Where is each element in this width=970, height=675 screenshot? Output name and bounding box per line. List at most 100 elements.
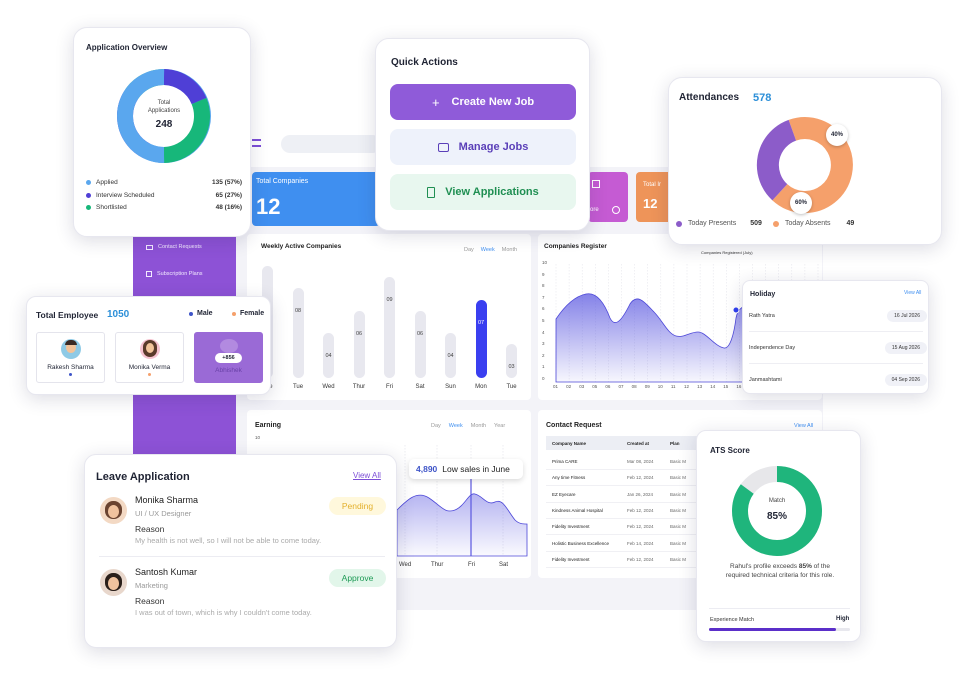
- plan-cell: Basic M: [670, 475, 687, 481]
- experience-level: High: [836, 616, 850, 622]
- y-tick-label: 5: [542, 318, 545, 323]
- holiday-card: Holiday View All Rath Yatra 16 Jul 2026 In…: [742, 280, 929, 394]
- employee-count: 1050: [107, 309, 130, 320]
- plan-cell: Basic M: [670, 459, 687, 464]
- view-applications-button[interactable]: View Applications: [390, 174, 576, 210]
- leave-role: Marketing: [135, 581, 168, 590]
- y-tick-label: 1: [542, 364, 545, 370]
- donut-center-value: 248: [155, 119, 173, 130]
- desc-bold: 85%: [798, 563, 812, 570]
- tile-total-companies[interactable]: Total Companies 12: [252, 172, 380, 226]
- holiday-name: Rath Yatra: [749, 313, 775, 319]
- day-label: Fri: [468, 562, 475, 568]
- earning-area: [396, 493, 528, 557]
- status-badge[interactable]: Pending: [329, 497, 386, 515]
- sidebar-item-label: Contact Requests: [158, 244, 202, 250]
- absent-pct-badge: 40%: [826, 124, 848, 146]
- column-header: Plan: [670, 440, 680, 446]
- tab-week[interactable]: Week: [481, 247, 495, 253]
- sidebar-item-contact-requests[interactable]: Contact Requests: [146, 244, 202, 250]
- view-all-link[interactable]: View All: [904, 290, 921, 296]
- created-at-cell: Feb 12, 2024: [627, 556, 654, 562]
- legend-dot: [86, 180, 91, 185]
- created-at-cell: Feb 12, 2024: [627, 507, 654, 513]
- tile-more-label: ore: [590, 207, 599, 213]
- employee-card[interactable]: Monika Verma: [115, 332, 184, 383]
- button-label: View Applications: [445, 186, 539, 198]
- reason-label: Reason: [135, 524, 165, 534]
- legend-label: Today Presents: [688, 220, 737, 227]
- x-tick-label: 03: [579, 384, 585, 389]
- company-name-cell: Fidelity Investment: [552, 524, 590, 530]
- tile-total-interviews[interactable]: Total Ir 12: [636, 172, 672, 222]
- employee-card[interactable]: Rakesh Sharma: [36, 332, 105, 383]
- divider: [709, 608, 850, 609]
- menu-icon[interactable]: [252, 139, 261, 147]
- tooltip-text: Low sales in June: [442, 464, 510, 474]
- x-tick-label: 02: [566, 384, 572, 389]
- tab-day[interactable]: Day: [464, 247, 474, 253]
- plan-cell: Basic M: [670, 491, 687, 497]
- card-title: Attendances: [679, 92, 740, 103]
- company-name-cell: Prima CARE: [552, 459, 578, 464]
- legend-label: Today Absents: [785, 220, 831, 227]
- ats-percent: 85%: [766, 511, 787, 522]
- legend-absent: Today Absents 49: [773, 220, 854, 227]
- employee-card-more[interactable]: +856 Abhishek: [194, 332, 263, 383]
- legend-item: Shortlisted 48 (16%): [86, 204, 242, 211]
- day-label: Sun: [445, 384, 456, 390]
- view-all-link[interactable]: View All: [353, 471, 381, 480]
- x-tick-label: 08: [631, 384, 637, 389]
- card-title: Quick Actions: [391, 57, 458, 68]
- legend-item: Interview Scheduled 65 (27%): [86, 192, 242, 199]
- legend-label: Applied: [96, 179, 118, 186]
- attendance-total: 578: [753, 92, 772, 104]
- avatar-face: [108, 505, 119, 518]
- legend-value: 48 (16%): [215, 204, 242, 211]
- ats-description: Rahul's profile exceeds 85% of the requi…: [719, 562, 841, 580]
- mail-icon: [146, 244, 153, 250]
- manage-jobs-button[interactable]: Manage Jobs: [390, 129, 576, 165]
- application-overview-card: Application Overview Total Applications …: [73, 27, 251, 237]
- y-tick-label: 10: [542, 260, 548, 265]
- chart-bar: [384, 277, 395, 378]
- legend-label: Interview Scheduled: [96, 191, 155, 199]
- present-pct-badge: 60%: [790, 192, 812, 214]
- y-tick-label: 0: [542, 376, 545, 381]
- column-header: Created at: [627, 440, 650, 446]
- tile-label: Total Ir: [643, 182, 662, 188]
- status-badge[interactable]: Approve: [329, 569, 386, 587]
- day-label: Tue: [506, 384, 517, 390]
- legend-value: 49: [846, 220, 855, 227]
- created-at-cell: Feb 12, 2024: [627, 475, 654, 481]
- weekly-active-companies-panel: Weekly Active Companies Day Week Month T…: [247, 234, 531, 400]
- gender-dot: [69, 373, 72, 376]
- leave-role: UI / UX Designer: [135, 509, 192, 518]
- holiday-row: Independence Day 15 Aug 2026: [749, 341, 927, 355]
- employee-name: Abhishek: [215, 367, 242, 374]
- y-tick-label: 6: [542, 306, 545, 312]
- sidebar-item-subscription-plans[interactable]: Subscription Plans: [146, 271, 203, 277]
- tile-more[interactable]: ore: [588, 172, 628, 222]
- legend-present: Today Presents 509: [676, 220, 762, 227]
- y-tick-label: 4: [542, 329, 545, 335]
- ats-score-card: ATS Score Match 85% Rahul's profile exce…: [696, 430, 861, 642]
- holiday-row: Janmashtami 04 Sep 2026: [749, 373, 927, 387]
- legend-value: 135 (57%): [212, 179, 242, 186]
- attendances-card: Attendances 578 40% 60% Today Presents 5…: [668, 77, 942, 245]
- button-label: Manage Jobs: [458, 141, 529, 153]
- bar-value-label: 03: [508, 364, 515, 371]
- leave-name: Monika Sharma: [135, 495, 199, 505]
- bar-value-label: 07: [477, 319, 485, 326]
- sidebar-item-label: Subscription Plans: [157, 271, 203, 277]
- tab-month[interactable]: Month: [502, 247, 517, 253]
- tile-label: Total Companies: [256, 178, 309, 185]
- tile-value: 12: [256, 194, 281, 219]
- create-new-job-button[interactable]: + Create New Job: [390, 84, 576, 120]
- calendar-icon: [592, 180, 600, 188]
- view-all-link[interactable]: View All: [794, 423, 813, 429]
- day-label: Thur: [352, 384, 366, 390]
- search-input[interactable]: [281, 135, 381, 153]
- company-name-cell: EZ Eyecare: [552, 491, 576, 497]
- x-tick-label: 10: [657, 384, 663, 389]
